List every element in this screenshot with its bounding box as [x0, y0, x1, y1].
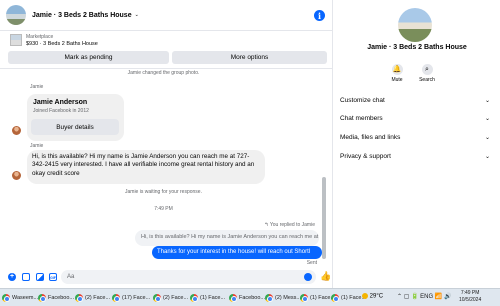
plus-icon[interactable]: + — [8, 273, 16, 281]
chevron-down-icon: ⌄ — [484, 98, 490, 104]
messenger-app: Jamie · 3 Beds 2 Baths House ⌄ i Marketp… — [0, 0, 500, 288]
weather-widget[interactable]: 29°C — [362, 293, 383, 300]
group-photo[interactable] — [398, 8, 432, 42]
chat-header: Jamie · 3 Beds 2 Baths House ⌄ i — [0, 0, 333, 31]
incoming-message[interactable]: Hi, is this available? Hi my name is Jam… — [27, 150, 265, 184]
sender-avatar[interactable] — [12, 171, 21, 180]
listing-title[interactable]: $930 · 3 Beds 2 Baths House — [26, 41, 98, 47]
chrome-icon — [112, 294, 120, 302]
chevron-down-icon: ⌄ — [484, 154, 490, 160]
mute-action[interactable]: 🔔 Mute — [386, 64, 408, 83]
taskbar-label: Faceboo... — [239, 295, 265, 301]
mark-as-pending-button[interactable]: Mark as pending — [8, 51, 169, 64]
taskbar-item[interactable]: (2) Face... — [75, 292, 110, 304]
sent-status: Sent — [306, 260, 317, 266]
search-icon: ⌕ — [421, 64, 433, 75]
buyer-joined: Joined Facebook in 2012 — [33, 108, 89, 114]
camera-icon[interactable] — [22, 273, 30, 281]
chrome-icon — [265, 294, 273, 302]
taskbar-item[interactable]: Waseem... — [2, 292, 38, 304]
chevron-down-icon[interactable]: ⌄ — [135, 12, 139, 18]
listing-category: Marketplace — [26, 34, 54, 40]
section-label: Privacy & support — [340, 153, 391, 160]
image-icon[interactable] — [36, 273, 44, 281]
outgoing-message[interactable]: Thanks for your interest in the house! w… — [152, 246, 322, 259]
chrome-icon — [300, 294, 308, 302]
clock[interactable]: 7:49 PM 10/5/2024 — [459, 290, 481, 304]
listing-thumbnail[interactable] — [10, 34, 22, 46]
taskbar-label: (2) Face... — [163, 295, 189, 301]
clock-date: 10/5/2024 — [459, 297, 482, 303]
section-label: Customize chat — [340, 97, 385, 104]
sender-avatar[interactable] — [12, 126, 21, 135]
waiting-notice: Jamie is waiting for your response. — [125, 189, 202, 195]
taskbar-item[interactable]: (1) Face... — [331, 292, 366, 304]
mute-label: Mute — [391, 77, 403, 83]
temperature: 29°C — [369, 293, 384, 300]
chrome-icon — [331, 294, 339, 302]
clock-time: 7:49 PM — [460, 290, 480, 296]
taskbar: Waseem... Faceboo... (2) Face... (17) Fa… — [0, 288, 500, 306]
chat-title[interactable]: Jamie · 3 Beds 2 Baths House — [32, 12, 132, 19]
quoted-message[interactable]: Hi, is this available? Hi my name is Jam… — [135, 230, 319, 246]
taskbar-item[interactable]: (2) Mess... — [265, 292, 301, 304]
reply-indicator: ↰ You replied to Jamie — [264, 222, 315, 228]
sun-icon — [362, 293, 368, 299]
chrome-icon — [38, 294, 46, 302]
buyer-name: Jamie Anderson — [33, 99, 88, 106]
taskbar-item[interactable]: (1) Face... — [300, 292, 335, 304]
taskbar-item[interactable]: Faceboo... — [38, 292, 74, 304]
taskbar-label: (2) Mess... — [275, 295, 301, 301]
timestamp: 7:49 PM — [154, 206, 173, 212]
sender-name: Jamie — [30, 84, 44, 90]
chrome-icon — [153, 294, 161, 302]
section-chat-members[interactable]: Chat members ⌄ — [340, 115, 494, 122]
taskbar-label: Waseem... — [12, 295, 39, 301]
section-label: Chat members — [340, 115, 383, 122]
scrollbar[interactable] — [322, 177, 326, 259]
section-media-files-links[interactable]: Media, files and links ⌄ — [340, 134, 494, 141]
emoji-icon[interactable] — [304, 273, 312, 281]
section-customize-chat[interactable]: Customize chat ⌄ — [340, 97, 494, 104]
group-avatar[interactable] — [6, 5, 26, 25]
chrome-icon — [229, 294, 237, 302]
message-input[interactable]: Aa — [61, 270, 316, 284]
section-label: Media, files and links — [340, 134, 401, 141]
composer: + GIF Aa 👍 — [0, 267, 333, 288]
more-options-button[interactable]: More options — [172, 51, 327, 64]
thumbs-up-icon[interactable]: 👍 — [320, 272, 331, 281]
chrome-icon — [75, 294, 83, 302]
gif-icon[interactable]: GIF — [49, 273, 57, 281]
taskbar-item[interactable]: (1) Face... — [190, 292, 225, 304]
taskbar-item[interactable]: (2) Face... — [153, 292, 188, 304]
listing-banner: Marketplace $930 · 3 Beds 2 Baths House … — [0, 31, 333, 69]
chat-details-pane: Jamie · 3 Beds 2 Baths House 🔔 Mute ⌕ Se… — [334, 0, 500, 288]
info-icon[interactable]: i — [314, 10, 325, 21]
chevron-down-icon: ⌄ — [484, 135, 490, 141]
chrome-icon — [2, 294, 10, 302]
chevron-down-icon: ⌄ — [484, 116, 490, 122]
chrome-icon — [190, 294, 198, 302]
chat-pane: Jamie · 3 Beds 2 Baths House ⌄ i Marketp… — [0, 0, 333, 288]
system-message: Jamie changed the group photo. — [127, 70, 200, 76]
taskbar-label: (1) Face... — [200, 295, 226, 301]
side-title: Jamie · 3 Beds 2 Baths House — [367, 44, 467, 51]
taskbar-item[interactable]: (17) Face... — [112, 292, 150, 304]
taskbar-label: (2) Face... — [85, 295, 111, 301]
search-action[interactable]: ⌕ Search — [416, 64, 438, 83]
buyer-profile-card: Jamie Anderson Joined Facebook in 2012 B… — [27, 94, 124, 141]
sender-name: Jamie — [30, 143, 44, 149]
buyer-details-button[interactable]: Buyer details — [31, 119, 119, 135]
taskbar-label: (17) Face... — [122, 295, 151, 301]
language-indicator: ENG — [420, 294, 434, 300]
section-privacy-support[interactable]: Privacy & support ⌄ — [340, 153, 494, 160]
taskbar-label: Faceboo... — [48, 295, 74, 301]
taskbar-item[interactable]: Faceboo... — [229, 292, 265, 304]
message-list: Jamie changed the group photo. Jamie Jam… — [0, 69, 327, 267]
search-label: Search — [419, 77, 435, 83]
bell-icon: 🔔 — [391, 64, 403, 75]
system-tray[interactable]: ⌃ ▢ 🔋 ENG 📶 🔊 — [397, 293, 451, 300]
